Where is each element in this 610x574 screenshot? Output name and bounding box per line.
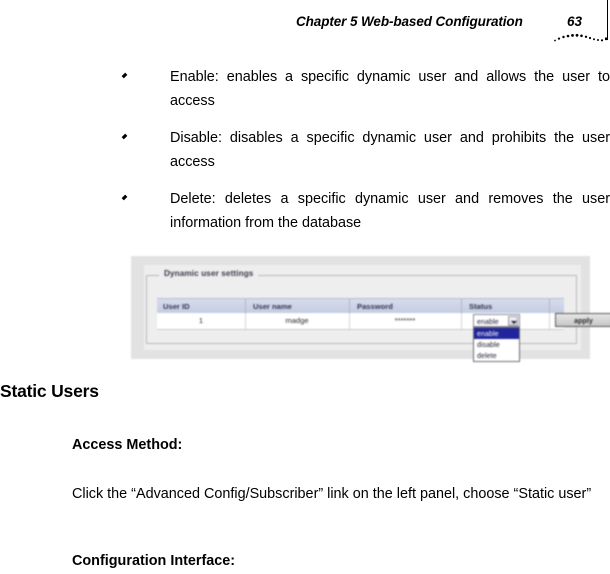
column-divider	[549, 299, 550, 314]
bullet-list: Enable: enables a specific dynamic user …	[118, 66, 610, 235]
dropdown-option-disable[interactable]: disable	[474, 339, 519, 350]
column-header-user-name: User name	[253, 302, 292, 311]
status-dropdown-list[interactable]: enable disable delete	[473, 327, 520, 362]
list-item-text: Disable: disables a specific dynamic use…	[170, 130, 610, 170]
page-header: Chapter 5 Web-based Configuration 63	[0, 0, 610, 48]
status-select[interactable]: enable	[473, 314, 520, 327]
column-header-status: Status	[469, 302, 493, 311]
dynamic-user-settings-fieldset: Dynamic user settings User ID User name …	[146, 269, 610, 362]
cell-divider	[245, 313, 246, 329]
diamond-bullet-icon	[121, 194, 128, 201]
status-select-value: enable	[477, 317, 499, 326]
fieldset-legend: Dynamic user settings	[159, 269, 259, 278]
cell-user-id: 1	[198, 316, 204, 325]
dynamic-user-table: User ID User name Password Status 1 madg…	[157, 298, 610, 362]
chevron-down-icon[interactable]	[508, 316, 518, 326]
header-chapter-title: Chapter 5 Web-based Configuration	[296, 14, 523, 29]
access-method-heading: Access Method:	[72, 437, 183, 453]
list-item-text: Delete: deletes a specific dynamic user …	[170, 191, 610, 231]
cell-divider	[461, 313, 462, 329]
screenshot-panel: Dynamic user settings User ID User name …	[144, 265, 610, 362]
apply-button[interactable]: apply	[555, 313, 610, 327]
column-divider	[349, 299, 350, 314]
page-number: 63	[567, 14, 583, 29]
list-item: Enable: enables a specific dynamic user …	[118, 66, 610, 113]
list-item: Delete: deletes a specific dynamic user …	[118, 188, 610, 235]
dotted-arc-ornament-icon	[554, 33, 608, 42]
list-item: Disable: disables a specific dynamic use…	[118, 127, 610, 174]
column-header-password: Password	[357, 302, 393, 311]
cell-divider	[349, 313, 350, 329]
diamond-bullet-icon	[121, 72, 128, 79]
page-title: Static Users	[0, 381, 99, 401]
list-item-text: Enable: enables a specific dynamic user …	[170, 69, 610, 109]
configuration-interface-heading: Configuration Interface:	[72, 553, 236, 569]
cell-divider	[549, 313, 550, 329]
embedded-screenshot-figure: Dynamic user settings User ID User name …	[131, 256, 610, 362]
cell-user-name: madge	[285, 316, 309, 325]
access-method-paragraph: Click the “Advanced Config/Subscriber” l…	[72, 486, 592, 502]
cell-password: *******	[394, 316, 416, 325]
column-header-user-id: User ID	[163, 302, 190, 311]
column-divider	[245, 299, 246, 314]
dropdown-option-enable[interactable]: enable	[474, 328, 519, 339]
column-divider	[461, 299, 462, 314]
diamond-bullet-icon	[121, 133, 128, 140]
dropdown-option-delete[interactable]: delete	[474, 350, 519, 361]
